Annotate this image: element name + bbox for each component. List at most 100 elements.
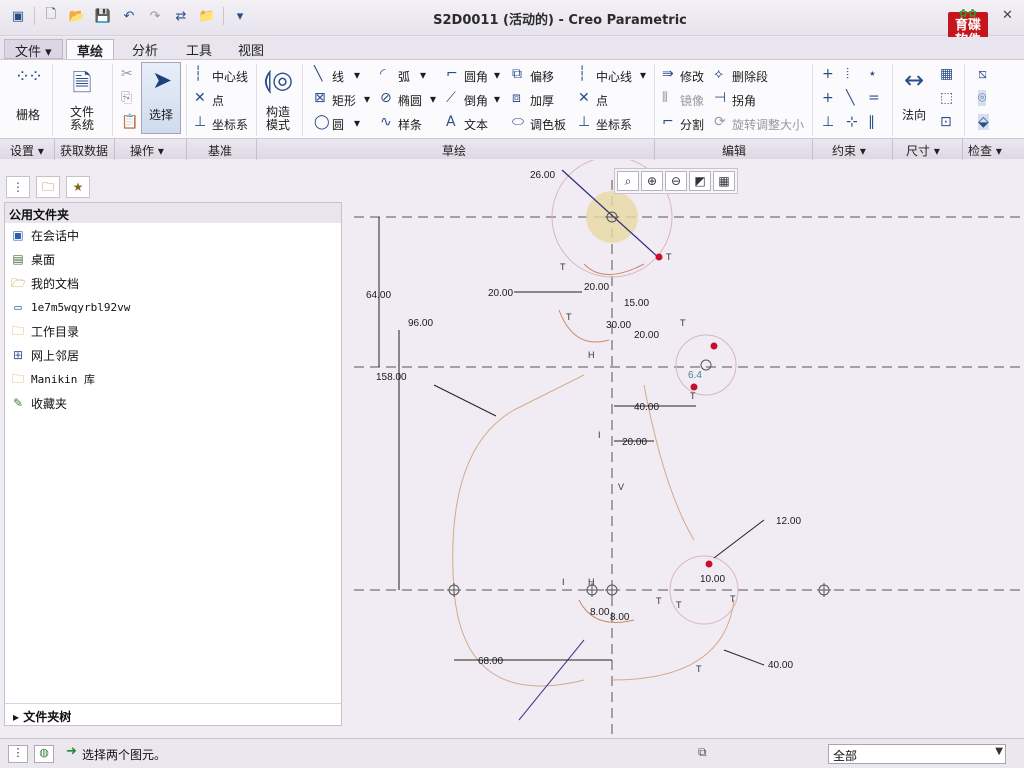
sketch-centerline-dropdown-icon[interactable]: ▾ [640,68,646,82]
regenerate-icon[interactable]: ⇄ [171,6,191,26]
grid-label[interactable]: 栅格 [16,106,40,123]
shade-closed-loops-icon[interactable]: ⬙ [978,114,989,130]
group-constraints[interactable]: 约束 ▾ [832,142,866,159]
save-icon[interactable]: 💾 [93,6,113,26]
sketch-point-label[interactable]: 点 [596,92,608,109]
datum-point-icon[interactable]: ✕ [194,90,206,106]
sketch-centerline-icon[interactable]: ┆ [578,66,586,82]
zoom-out-icon[interactable]: ⊖ [665,171,687,191]
ellipse-label[interactable]: 椭圆 [398,92,422,109]
folder-item-my-documents[interactable]: 🗁 我的文档 [11,273,79,293]
fillet-dropdown-icon[interactable]: ▾ [494,68,500,82]
datum-point-label[interactable]: 点 [212,92,224,109]
rectangle-label[interactable]: 矩形 [332,92,356,109]
divide-icon[interactable]: ⌐ [662,114,674,130]
sketch-csys-icon[interactable]: ⊥ [578,114,590,130]
circle-dropdown-icon[interactable]: ▾ [354,116,360,130]
delete-segment-label[interactable]: 删除段 [732,68,768,85]
undo-icon[interactable]: ↶ [119,6,139,26]
folder-browser-tab-icon[interactable]: 🗀 [36,176,60,198]
modify-label[interactable]: 修改 [680,68,704,85]
model-tree-tab-icon[interactable]: ⋮ [6,176,30,198]
thicken-icon[interactable]: ⧈ [512,90,521,106]
tab-analysis[interactable]: 分析 [122,39,168,59]
palette-icon[interactable]: ⬭ [512,114,524,130]
chamfer-label[interactable]: 倒角 [464,92,488,109]
new-file-icon[interactable]: 🗋 [41,6,61,26]
folder-item-favorites[interactable]: ✎ 收藏夹 [11,393,67,413]
favorites-tab-icon[interactable]: ★ [66,176,90,198]
sketch-drawing[interactable]: 26.00 64.00 96.00 158.00 20.00 20.00 15.… [344,160,1024,738]
redo-icon[interactable]: ↷ [145,6,165,26]
display-style-icon[interactable]: ▦ [713,171,735,191]
rectangle-icon[interactable]: ⊠ [314,90,326,106]
selection-filter-icon[interactable]: ⧉ [698,745,707,760]
overlapping-geometry-icon[interactable]: ⧅ [978,66,987,82]
rotate-resize-icon[interactable]: ⟳ [714,114,726,130]
circle-label[interactable]: 圆 [332,116,344,133]
window-icon[interactable]: 📁 [197,6,217,26]
coincident-constraint-icon[interactable]: ╲ [846,90,854,106]
construction-mode-icon[interactable]: ⟬◎ [262,66,294,96]
perpendicular-constraint-icon[interactable]: ⊥ [822,114,834,130]
tab-tools[interactable]: 工具 [176,39,222,59]
group-operations[interactable]: 操作 ▾ [130,142,164,159]
customize-qat-icon[interactable]: ▾ [230,6,250,26]
folder-item-working-directory[interactable]: 🗀 工作目录 [11,321,79,341]
modify-icon[interactable]: ⇛ [662,66,674,82]
arc-label[interactable]: 弧 [398,68,410,85]
copy-icon[interactable]: ⎘ [121,90,132,106]
normal-dimension-label[interactable]: 法向 [902,106,926,123]
datum-csys-label[interactable]: 坐标系 [212,116,248,133]
arc-icon[interactable]: ◜ [380,66,385,82]
corner-icon[interactable]: ⊣ [714,90,726,106]
corner-label[interactable]: 拐角 [732,92,756,109]
folder-tree-toggle[interactable]: ▸ 文件夹树 [5,703,341,725]
palette-label[interactable]: 调色板 [530,116,566,133]
normal-dimension-icon[interactable]: ↔ [898,66,930,96]
line-icon[interactable]: ╲ [314,66,322,82]
construction-mode-label[interactable]: 构造 模式 [266,106,290,132]
spline-label[interactable]: 样条 [398,116,422,133]
tab-view[interactable]: 视图 [228,39,274,59]
tab-sketch[interactable]: 草绘 [66,39,115,60]
vertical-constraint-icon[interactable]: + [822,66,834,82]
perimeter-dimension-icon[interactable]: ▦ [940,66,953,82]
cut-icon[interactable]: ✂ [121,66,133,82]
highlight-open-ends-icon[interactable]: ⌾ [978,90,987,106]
offset-label[interactable]: 偏移 [530,68,554,85]
reference-dimension-icon[interactable]: ⊡ [940,114,952,130]
rotate-resize-label[interactable]: 旋转调整大小 [732,116,804,133]
close-button[interactable]: ✕ [1002,8,1013,23]
sketch-point-icon[interactable]: ✕ [578,90,590,106]
file-system-icon[interactable]: 🗎 [66,66,98,97]
navigator-toggle-icon[interactable]: ⋮ [8,745,28,763]
sketch-centerline-label[interactable]: 中心线 [596,68,632,85]
file-system-label[interactable]: 文件 系统 [70,106,94,132]
midpoint-constraint-icon[interactable]: ⋆ [868,66,877,82]
group-dimension[interactable]: 尺寸 ▾ [906,142,940,159]
mirror-icon[interactable]: ⫴ [662,90,668,106]
folder-item-manikin[interactable]: 🗀 Manikin 库 [11,369,95,389]
group-inspect[interactable]: 检查 ▾ [968,142,1002,159]
line-dropdown-icon[interactable]: ▾ [354,68,360,82]
divide-label[interactable]: 分割 [680,116,704,133]
parallel-constraint-icon[interactable]: ∥ [868,114,875,130]
chamfer-icon[interactable]: ⟋ [446,90,456,106]
ellipse-icon[interactable]: ⊘ [380,90,392,106]
folder-item-in-session[interactable]: ▣ 在会话中 [11,225,79,245]
circle-icon[interactable]: ◯ [314,114,330,130]
grid-icon[interactable]: ⁘⁘ [12,66,44,96]
open-file-icon[interactable]: 📂 [67,6,87,26]
horizontal-constraint-icon[interactable]: + [822,90,834,106]
sketch-csys-label[interactable]: 坐标系 [596,116,632,133]
spline-icon[interactable]: ∿ [380,114,392,130]
folder-item-desktop[interactable]: ▤ 桌面 [11,249,55,269]
arc-dropdown-icon[interactable]: ▾ [420,68,426,82]
tab-file[interactable]: 文件 ▾ [4,39,63,60]
sketch-view-icon[interactable]: ◩ [689,171,711,191]
datum-centerline-icon[interactable]: ┆ [194,66,202,82]
text-label[interactable]: 文本 [464,116,488,133]
refit-icon[interactable]: ⌕ [617,171,639,191]
baseline-dimension-icon[interactable]: ⬚ [940,90,953,106]
